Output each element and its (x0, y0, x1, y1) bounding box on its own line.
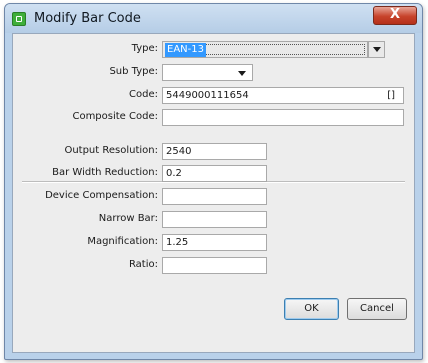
code-field[interactable]: 5449000111654 [] (162, 87, 404, 104)
chevron-down-icon (238, 71, 246, 76)
device-compensation-field[interactable] (162, 188, 267, 205)
code-value: 5449000111654 (166, 90, 249, 101)
type-dropdown-arrow-button[interactable] (368, 41, 385, 58)
chevron-down-icon (373, 47, 381, 52)
dialog-body: Type: EAN-13 Sub Type: Code: 54490001116… (12, 33, 415, 353)
narrow-bar-label: Narrow Bar: (98, 213, 158, 224)
bar-width-reduction-value: 0.2 (166, 168, 182, 179)
device-compensation-label: Device Compensation: (45, 190, 158, 201)
composite-code-label: Composite Code: (72, 111, 158, 122)
output-resolution-field[interactable]: 2540 (162, 143, 267, 160)
close-icon: X (389, 7, 401, 22)
ok-button[interactable]: OK (284, 298, 339, 320)
cancel-button[interactable]: Cancel (347, 298, 407, 320)
output-resolution-value: 2540 (166, 146, 192, 157)
ratio-label: Ratio: (128, 259, 158, 270)
ratio-field[interactable] (162, 257, 267, 274)
output-resolution-label: Output Resolution: (64, 145, 158, 156)
magnification-value: 1.25 (166, 237, 189, 248)
type-dropdown-value: EAN-13 (165, 43, 206, 57)
bar-width-reduction-label: Bar Width Reduction: (52, 167, 158, 178)
composite-code-field[interactable] (162, 109, 404, 126)
subtype-label: Sub Type: (109, 66, 158, 77)
app-icon (12, 12, 26, 26)
modify-bar-code-dialog: Modify Bar Code X Type: EAN-13 Sub Type:… (4, 3, 423, 360)
bar-width-reduction-field[interactable]: 0.2 (162, 165, 267, 182)
narrow-bar-field[interactable] (162, 211, 267, 228)
type-label: Type: (131, 43, 158, 54)
type-dropdown[interactable]: EAN-13 (162, 41, 368, 58)
magnification-label: Magnification: (87, 236, 158, 247)
title-bar[interactable]: Modify Bar Code X (5, 4, 422, 33)
magnification-field[interactable]: 1.25 (162, 234, 267, 251)
code-label: Code: (129, 89, 158, 100)
dialog-title: Modify Bar Code (34, 11, 141, 26)
subtype-dropdown[interactable] (162, 64, 253, 81)
bracket-icon[interactable]: [] (387, 88, 395, 103)
close-button[interactable]: X (373, 6, 417, 25)
